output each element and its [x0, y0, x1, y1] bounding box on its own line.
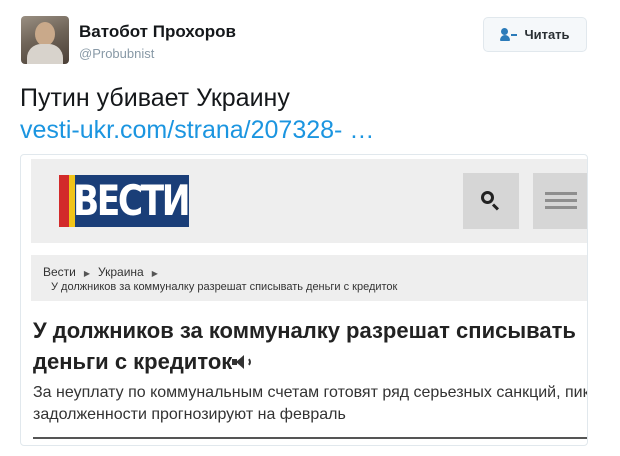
tweet-link[interactable]: vesti-ukr.com/strana/207328- … [20, 116, 374, 145]
divider [33, 437, 587, 439]
speaker-icon[interactable] [232, 354, 254, 370]
add-user-icon [500, 27, 518, 42]
breadcrumb-item[interactable]: Вести [43, 265, 76, 279]
breadcrumb-separator-icon: ▶ [83, 269, 91, 278]
tweet-text: Путин убивает Украину [20, 84, 290, 112]
author-handle[interactable]: @Probubnist [79, 46, 154, 61]
hamburger-icon [545, 192, 577, 195]
search-icon [481, 191, 501, 211]
breadcrumb-item[interactable]: Украина [98, 265, 144, 279]
site-logo[interactable]: ВЕСТИ [59, 175, 189, 227]
breadcrumb-current: У должников за коммуналку разрешат списы… [51, 281, 398, 293]
link-preview-card[interactable]: ВЕСТИ Вести ▶ Украина ▶ У должников за комм… [20, 154, 588, 446]
site-logo-text: ВЕСТИ [73, 176, 189, 225]
logo-red-stripe [59, 175, 69, 227]
breadcrumb: Вести ▶ Украина ▶ У должников за коммуналку… [31, 255, 587, 301]
article-lead: За неуплату по коммунальным счетам готов… [33, 384, 588, 423]
avatar-head [35, 22, 55, 46]
article-headline[interactable]: У должников за коммуналку разрешат списы… [33, 315, 587, 377]
site-header: ВЕСТИ [31, 159, 587, 243]
follow-button[interactable]: Читать [483, 17, 587, 52]
breadcrumb-separator-icon: ▶ [151, 269, 158, 278]
follow-button-label: Читать [524, 27, 570, 42]
avatar[interactable] [21, 16, 69, 64]
site-menu-button[interactable] [533, 173, 587, 229]
author-name[interactable]: Ватобот Прохоров [79, 22, 236, 42]
site-search-button[interactable] [463, 173, 519, 229]
avatar-body [27, 44, 63, 64]
